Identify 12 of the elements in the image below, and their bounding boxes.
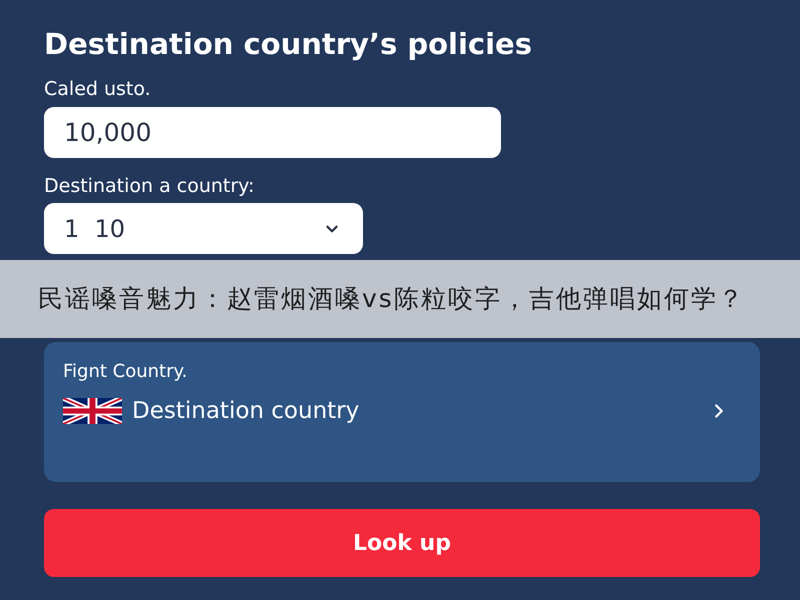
caption-text: 民谣嗓音魅力：赵雷烟酒嗓vs陈粒咬字，吉他弹唱如何学？ xyxy=(38,284,745,314)
field-label: Destination a country: xyxy=(44,174,254,198)
union-jack-flag-icon xyxy=(63,398,122,424)
country-name: Destination country xyxy=(132,397,360,425)
page-heading: Destination country’s policies xyxy=(44,26,532,62)
card-label: Fignt Country. xyxy=(63,361,188,383)
field-label: Caled usto. xyxy=(44,77,151,101)
destination-card[interactable]: Fignt Country. Destination country xyxy=(44,342,760,482)
dropdown-field[interactable]: 1 10 xyxy=(44,203,363,254)
input-field[interactable]: 10,000 xyxy=(44,107,501,158)
dropdown-value: 1 10 xyxy=(64,214,126,244)
look-up-button[interactable]: Look up xyxy=(44,509,760,577)
